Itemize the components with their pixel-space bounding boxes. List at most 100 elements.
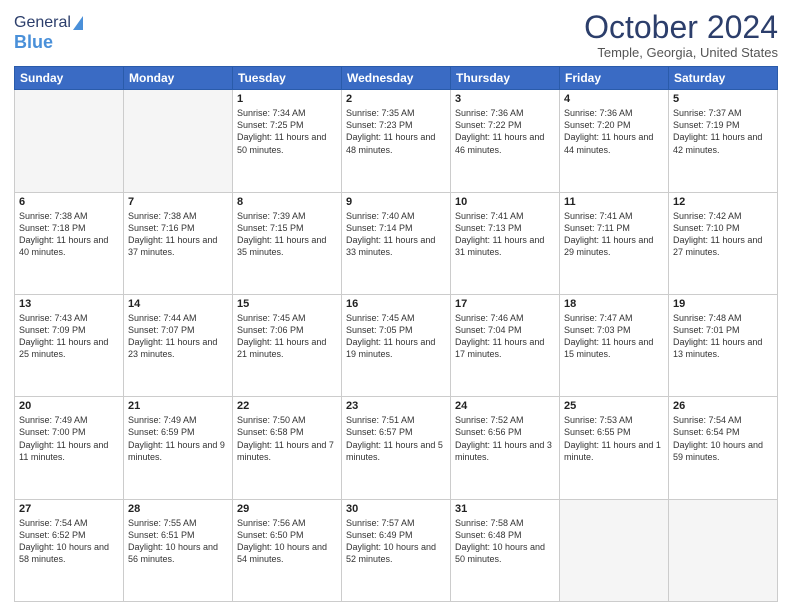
- cell-info: Sunrise: 7:36 AMSunset: 7:20 PMDaylight:…: [564, 107, 664, 156]
- cell-info: Sunrise: 7:58 AMSunset: 6:48 PMDaylight:…: [455, 517, 555, 566]
- day-number: 19: [673, 298, 773, 310]
- cell-info: Sunrise: 7:39 AMSunset: 7:15 PMDaylight:…: [237, 210, 337, 259]
- cell-info: Sunrise: 7:34 AMSunset: 7:25 PMDaylight:…: [237, 107, 337, 156]
- logo-blue-text: Blue: [14, 32, 53, 53]
- day-number: 13: [19, 298, 119, 310]
- day-number: 20: [19, 400, 119, 412]
- day-number: 12: [673, 196, 773, 208]
- calendar-week-row: 13 Sunrise: 7:43 AMSunset: 7:09 PMDayligh…: [15, 294, 778, 396]
- day-number: 16: [346, 298, 446, 310]
- day-number: 11: [564, 196, 664, 208]
- day-number: 6: [19, 196, 119, 208]
- calendar-week-row: 1 Sunrise: 7:34 AMSunset: 7:25 PMDaylight…: [15, 90, 778, 192]
- calendar-cell: 29 Sunrise: 7:56 AMSunset: 6:50 PMDayligh…: [233, 499, 342, 601]
- cell-info: Sunrise: 7:55 AMSunset: 6:51 PMDaylight:…: [128, 517, 228, 566]
- day-number: 7: [128, 196, 228, 208]
- cell-info: Sunrise: 7:37 AMSunset: 7:19 PMDaylight:…: [673, 107, 773, 156]
- calendar-cell: [669, 499, 778, 601]
- title-block: October 2024 Temple, Georgia, United Sta…: [584, 10, 778, 60]
- calendar-cell: 15Sunrise: 7:45 AMSunset: 7:06 PMDayligh…: [233, 294, 342, 396]
- calendar-cell: 28 Sunrise: 7:55 AMSunset: 6:51 PMDayligh…: [124, 499, 233, 601]
- calendar-day-header: Thursday: [451, 67, 560, 90]
- calendar-cell: 20 Sunrise: 7:49 AMSunset: 7:00 PMDayligh…: [15, 397, 124, 499]
- calendar-cell: [15, 90, 124, 192]
- cell-info: Sunrise: 7:54 AMSunset: 6:52 PMDaylight:…: [19, 517, 119, 566]
- logo: General Blue: [14, 14, 83, 53]
- day-number: 24: [455, 400, 555, 412]
- calendar-cell: 7 Sunrise: 7:38 AMSunset: 7:16 PMDaylight…: [124, 192, 233, 294]
- location: Temple, Georgia, United States: [584, 45, 778, 60]
- calendar-day-header: Tuesday: [233, 67, 342, 90]
- calendar-cell: 6 Sunrise: 7:38 AMSunset: 7:18 PMDaylight…: [15, 192, 124, 294]
- calendar-table: SundayMondayTuesdayWednesdayThursdayFrid…: [14, 66, 778, 602]
- cell-info: Sunrise: 7:57 AMSunset: 6:49 PMDaylight:…: [346, 517, 446, 566]
- month-title: October 2024: [584, 10, 778, 45]
- day-number: 30: [346, 503, 446, 515]
- cell-info: Sunrise: 7:48 AMSunset: 7:01 PMDaylight:…: [673, 312, 773, 361]
- day-number: 18: [564, 298, 664, 310]
- day-number: 21: [128, 400, 228, 412]
- cell-info: Sunrise: 7:42 AMSunset: 7:10 PMDaylight:…: [673, 210, 773, 259]
- calendar-cell: 24Sunrise: 7:52 AMSunset: 6:56 PMDayligh…: [451, 397, 560, 499]
- calendar-cell: 23 Sunrise: 7:51 AMSunset: 6:57 PMDayligh…: [342, 397, 451, 499]
- day-number: 25: [564, 400, 664, 412]
- day-number: 9: [346, 196, 446, 208]
- calendar-cell: 8Sunrise: 7:39 AMSunset: 7:15 PMDaylight…: [233, 192, 342, 294]
- calendar-cell: 14Sunrise: 7:44 AMSunset: 7:07 PMDayligh…: [124, 294, 233, 396]
- day-number: 27: [19, 503, 119, 515]
- cell-info: Sunrise: 7:41 AMSunset: 7:13 PMDaylight:…: [455, 210, 555, 259]
- cell-info: Sunrise: 7:35 AMSunset: 7:23 PMDaylight:…: [346, 107, 446, 156]
- cell-info: Sunrise: 7:51 AMSunset: 6:57 PMDaylight:…: [346, 414, 446, 463]
- calendar-day-header: Wednesday: [342, 67, 451, 90]
- day-number: 1: [237, 93, 337, 105]
- calendar-cell: 1 Sunrise: 7:34 AMSunset: 7:25 PMDaylight…: [233, 90, 342, 192]
- logo-triangle-icon: [73, 16, 83, 30]
- cell-info: Sunrise: 7:38 AMSunset: 7:18 PMDaylight:…: [19, 210, 119, 259]
- day-number: 26: [673, 400, 773, 412]
- calendar-day-header: Friday: [560, 67, 669, 90]
- day-number: 28: [128, 503, 228, 515]
- cell-info: Sunrise: 7:47 AMSunset: 7:03 PMDaylight:…: [564, 312, 664, 361]
- cell-info: Sunrise: 7:50 AMSunset: 6:58 PMDaylight:…: [237, 414, 337, 463]
- cell-info: Sunrise: 7:54 AMSunset: 6:54 PMDaylight:…: [673, 414, 773, 463]
- calendar-day-header: Sunday: [15, 67, 124, 90]
- cell-info: Sunrise: 7:49 AMSunset: 7:00 PMDaylight:…: [19, 414, 119, 463]
- cell-info: Sunrise: 7:45 AMSunset: 7:05 PMDaylight:…: [346, 312, 446, 361]
- calendar-cell: 21 Sunrise: 7:49 AMSunset: 6:59 PMDayligh…: [124, 397, 233, 499]
- calendar-cell: 2 Sunrise: 7:35 AMSunset: 7:23 PMDaylight…: [342, 90, 451, 192]
- calendar-cell: 19 Sunrise: 7:48 AMSunset: 7:01 PMDayligh…: [669, 294, 778, 396]
- calendar-cell: [560, 499, 669, 601]
- cell-info: Sunrise: 7:36 AMSunset: 7:22 PMDaylight:…: [455, 107, 555, 156]
- day-number: 3: [455, 93, 555, 105]
- cell-info: Sunrise: 7:46 AMSunset: 7:04 PMDaylight:…: [455, 312, 555, 361]
- calendar-cell: 10Sunrise: 7:41 AMSunset: 7:13 PMDayligh…: [451, 192, 560, 294]
- logo-general-text: General: [14, 14, 71, 32]
- day-number: 17: [455, 298, 555, 310]
- calendar-cell: 25Sunrise: 7:53 AMSunset: 6:55 PMDayligh…: [560, 397, 669, 499]
- calendar-cell: 27 Sunrise: 7:54 AMSunset: 6:52 PMDayligh…: [15, 499, 124, 601]
- day-number: 22: [237, 400, 337, 412]
- cell-info: Sunrise: 7:49 AMSunset: 6:59 PMDaylight:…: [128, 414, 228, 463]
- calendar-week-row: 6 Sunrise: 7:38 AMSunset: 7:18 PMDaylight…: [15, 192, 778, 294]
- day-number: 14: [128, 298, 228, 310]
- cell-info: Sunrise: 7:56 AMSunset: 6:50 PMDaylight:…: [237, 517, 337, 566]
- calendar-cell: 3 Sunrise: 7:36 AMSunset: 7:22 PMDaylight…: [451, 90, 560, 192]
- day-number: 15: [237, 298, 337, 310]
- day-number: 2: [346, 93, 446, 105]
- calendar-cell: 16 Sunrise: 7:45 AMSunset: 7:05 PMDayligh…: [342, 294, 451, 396]
- calendar-week-row: 20 Sunrise: 7:49 AMSunset: 7:00 PMDayligh…: [15, 397, 778, 499]
- header: General Blue October 2024 Temple, Georgi…: [14, 10, 778, 60]
- day-number: 29: [237, 503, 337, 515]
- calendar-cell: [124, 90, 233, 192]
- page: General Blue October 2024 Temple, Georgi…: [0, 0, 792, 612]
- calendar-cell: 12 Sunrise: 7:42 AMSunset: 7:10 PMDayligh…: [669, 192, 778, 294]
- calendar-cell: 31 Sunrise: 7:58 AMSunset: 6:48 PMDayligh…: [451, 499, 560, 601]
- day-number: 31: [455, 503, 555, 515]
- cell-info: Sunrise: 7:38 AMSunset: 7:16 PMDaylight:…: [128, 210, 228, 259]
- calendar-day-header: Saturday: [669, 67, 778, 90]
- calendar-day-header: Monday: [124, 67, 233, 90]
- day-number: 23: [346, 400, 446, 412]
- calendar-cell: 9Sunrise: 7:40 AMSunset: 7:14 PMDaylight…: [342, 192, 451, 294]
- cell-info: Sunrise: 7:43 AMSunset: 7:09 PMDaylight:…: [19, 312, 119, 361]
- calendar-cell: 11Sunrise: 7:41 AMSunset: 7:11 PMDayligh…: [560, 192, 669, 294]
